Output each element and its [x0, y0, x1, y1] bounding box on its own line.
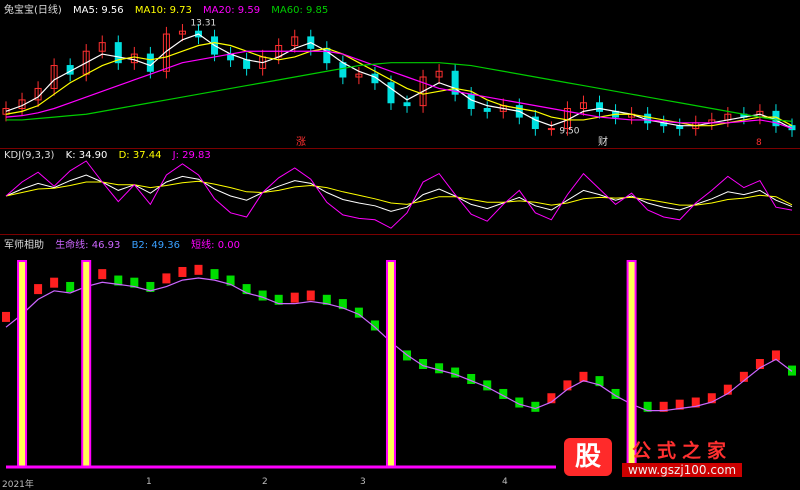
trend-block	[435, 363, 444, 374]
axis-month-2: 2	[262, 477, 268, 487]
trend-block	[306, 290, 315, 301]
ma-line-ma60	[6, 62, 793, 122]
trend-block	[290, 292, 299, 303]
kdj-line-k	[5, 174, 793, 212]
watermark-url: www.gszj100.com	[622, 463, 743, 477]
trend-block	[162, 273, 171, 284]
short-signal-spike	[81, 260, 92, 468]
candle-body	[403, 102, 411, 107]
trend-block	[451, 367, 460, 378]
candle-body	[339, 62, 347, 78]
kdj-chart	[5, 160, 793, 229]
trend-block	[210, 269, 219, 280]
candle-body	[483, 108, 491, 112]
trend-block	[34, 284, 43, 295]
rise-marker: 涨	[296, 136, 306, 148]
watermark: 股 公式之家 www.gszj100.com	[560, 436, 796, 480]
high-price-label: 13.31	[190, 18, 216, 28]
axis-month-4: 4	[502, 477, 508, 487]
axis-month-3: 3	[360, 477, 366, 487]
event-marker: 8	[756, 138, 762, 148]
ma-line-ma5	[5, 33, 793, 130]
trend-block	[66, 281, 75, 292]
trend-block	[178, 266, 187, 277]
candle-body	[596, 102, 604, 112]
low-price-label: 9.50	[559, 126, 579, 136]
candle-body	[547, 128, 555, 131]
trend-block	[258, 290, 267, 301]
axis-year: 2021年	[2, 480, 34, 490]
short-signal-spike	[17, 260, 28, 468]
trend-block	[98, 269, 107, 280]
price-chart: 13.31 9.50 涨 财 8	[2, 18, 796, 148]
candle-body	[467, 93, 475, 109]
finance-marker: 财	[598, 135, 608, 148]
kdj-line-j	[5, 160, 793, 229]
trend-block	[50, 277, 59, 288]
watermark-site-name: 公式之家	[632, 440, 733, 462]
trend-block	[2, 311, 10, 322]
axis-month-1: 1	[146, 477, 152, 487]
candle-body	[387, 82, 395, 104]
b2-line	[5, 277, 793, 412]
short-signal-spike	[385, 260, 396, 468]
candle-body	[146, 53, 154, 72]
candle-body	[644, 113, 652, 124]
kdj-line-d	[5, 180, 793, 206]
price-panel: 兔宝宝(日线) MA5: 9.56 MA10: 9.73 MA20: 9.59 …	[0, 0, 800, 148]
trend-block	[194, 264, 203, 275]
kdj-panel: KDJ(9,3,3) K: 34.90 D: 37.44 J: 29.83	[0, 149, 800, 234]
candle-body	[243, 59, 251, 69]
trend-block	[788, 365, 796, 376]
watermark-logo: 股	[564, 438, 612, 476]
